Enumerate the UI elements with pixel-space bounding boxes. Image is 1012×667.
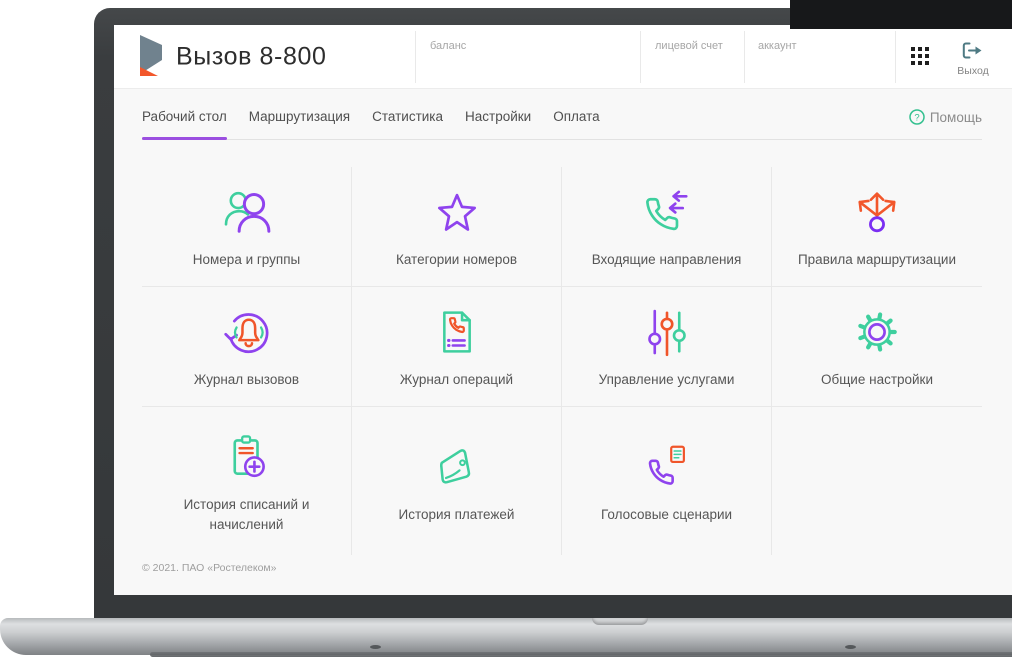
tab-workspace[interactable]: Рабочий стол: [142, 109, 227, 140]
laptop-base-notch: [592, 618, 648, 625]
tile-label: Категории номеров: [395, 252, 518, 268]
gear-icon: [850, 303, 904, 361]
operations-document-icon: [430, 303, 484, 361]
tile-label: Журнал операций: [399, 372, 514, 388]
tile-label: Номера и группы: [192, 252, 301, 268]
tile-label: История платежей: [398, 506, 515, 522]
help-icon: ?: [909, 109, 925, 125]
tab-statistics[interactable]: Статистика: [372, 109, 443, 138]
header-divider: [640, 31, 641, 83]
tile-charges-history[interactable]: История списаний и начислений: [142, 407, 352, 555]
tile-label: Входящие направления: [591, 252, 742, 268]
app-header: Вызов 8-800 баланс лицевой счет аккаунт …: [114, 25, 1012, 89]
svg-text:?: ?: [914, 112, 919, 123]
header-divider: [895, 31, 896, 83]
tile-label: Общие настройки: [820, 372, 934, 388]
help-link[interactable]: ? Помощь: [909, 109, 982, 139]
tile-routing-rules[interactable]: Правила маршрутизации: [772, 167, 982, 287]
main-tabs: Рабочий стол Маршрутизация Статистика На…: [142, 89, 982, 140]
laptop-foot: [845, 645, 856, 649]
logout-label: Выход: [957, 65, 989, 77]
app-title: Вызов 8-800: [176, 42, 327, 70]
clipboard-plus-icon: [219, 428, 275, 486]
tab-routing[interactable]: Маршрутизация: [249, 109, 350, 138]
laptop-foot: [370, 645, 381, 649]
tile-call-log[interactable]: Журнал вызовов: [142, 287, 352, 407]
laptop-base-shadow: [150, 652, 1012, 657]
logout-icon: [962, 42, 982, 59]
header-field-balance[interactable]: баланс: [430, 40, 466, 52]
tile-label: Голосовые сценарии: [600, 506, 733, 522]
call-log-bell-icon: [218, 303, 276, 361]
tile-numbers-and-groups[interactable]: Номера и группы: [142, 167, 352, 287]
tile-number-categories[interactable]: Категории номеров: [352, 167, 562, 287]
app-screen: Вызов 8-800 баланс лицевой счет аккаунт …: [114, 25, 1012, 595]
tile-label: История списаний и начислений: [183, 496, 310, 532]
apps-grid-icon[interactable]: [911, 47, 929, 65]
incoming-call-icon: [639, 183, 695, 241]
grid-empty-cell: [772, 407, 982, 555]
users-icon: [219, 183, 275, 241]
tile-label: Управление услугами: [598, 372, 735, 388]
voice-script-phone-icon: [640, 438, 694, 496]
header-divider: [415, 31, 416, 83]
header-field-account[interactable]: аккаунт: [758, 40, 797, 52]
wallet-icon: [430, 438, 484, 496]
tile-payments-history[interactable]: История платежей: [352, 407, 562, 555]
star-icon: [430, 183, 484, 241]
header-field-personal-account[interactable]: лицевой счет: [655, 40, 723, 52]
tab-payment[interactable]: Оплата: [553, 109, 599, 138]
tab-settings[interactable]: Настройки: [465, 109, 531, 138]
help-label: Помощь: [929, 109, 982, 125]
bezel-top-right-patch: [790, 0, 1012, 29]
routing-arrows-icon: [849, 183, 905, 241]
page-body: Рабочий стол Маршрутизация Статистика На…: [114, 89, 1012, 574]
tile-voice-scenarios[interactable]: Голосовые сценарии: [562, 407, 772, 555]
tile-label: Журнал вызовов: [193, 372, 300, 388]
header-divider: [744, 31, 745, 83]
tile-operations-log[interactable]: Журнал операций: [352, 287, 562, 407]
rostelecom-logo[interactable]: [138, 34, 165, 84]
sliders-icon: [639, 303, 695, 361]
tile-general-settings[interactable]: Общие настройки: [772, 287, 982, 407]
footer-copyright: © 2021. ПАО «Ростелеком»: [142, 562, 277, 574]
tiles-grid: Номера и группы Категории номеров Входящ…: [142, 167, 982, 555]
logout-button[interactable]: Выход: [946, 42, 1000, 77]
laptop-base: [0, 618, 1012, 655]
tile-label: Правила маршрутизации: [797, 252, 957, 268]
tile-service-management[interactable]: Управление услугами: [562, 287, 772, 407]
tile-incoming-directions[interactable]: Входящие направления: [562, 167, 772, 287]
